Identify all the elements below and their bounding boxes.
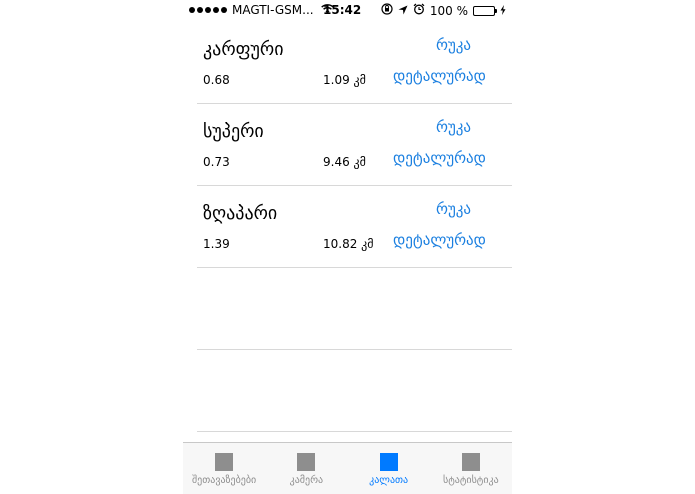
details-link[interactable]: დეტალურად: [393, 67, 486, 85]
place-distance: 10.82 კმ: [323, 237, 374, 251]
status-bar-right: 100 %: [381, 3, 506, 18]
place-rating: 0.73: [203, 155, 230, 169]
list-item: სუპერი 0.73 9.46 კმ რუკა დეტალურად: [197, 104, 512, 186]
alarm-icon: [413, 3, 425, 18]
list-item: კარფური 0.68 1.09 კმ რუკა დეტალურად: [197, 22, 512, 104]
camera-tab-icon: [297, 453, 316, 471]
places-list: კარფური 0.68 1.09 კმ რუკა დეტალურად სუპე…: [197, 22, 512, 432]
place-distance: 9.46 კმ: [323, 155, 366, 169]
tab-basket[interactable]: კალათა: [348, 443, 430, 494]
battery-percent: 100 %: [429, 3, 468, 18]
orientation-lock-icon: [381, 3, 393, 18]
signal-dot-icon: [205, 7, 211, 13]
phone-screen: MAGTI-GSM... 15:42 100 % კარფური 0.68 1.…: [183, 0, 512, 494]
tab-label: სტატისტიკა: [443, 475, 499, 486]
details-link[interactable]: დეტალურად: [393, 149, 486, 167]
details-link[interactable]: დეტალურად: [393, 231, 486, 249]
status-bar-left: MAGTI-GSM...: [189, 3, 334, 17]
place-distance: 1.09 კმ: [323, 73, 366, 87]
carrier-name: MAGTI-GSM...: [232, 3, 314, 17]
place-name: ზღაპარი: [203, 203, 278, 224]
status-time: 15:42: [323, 3, 362, 17]
signal-dot-icon: [197, 7, 203, 13]
empty-list-row: [197, 268, 512, 350]
tab-label: კალათა: [369, 475, 409, 486]
tab-bar: შეთავაზებები კამერა კალათა სტატისტიკა: [183, 442, 512, 494]
list-item: ზღაპარი 1.39 10.82 კმ რუკა დეტალურად: [197, 186, 512, 268]
place-rating: 0.68: [203, 73, 230, 87]
place-name: სუპერი: [203, 121, 264, 142]
signal-dot-icon: [221, 7, 227, 13]
tab-label: შეთავაზებები: [192, 475, 257, 486]
location-icon: [398, 4, 408, 18]
empty-list-row: [197, 350, 512, 432]
tab-label: კამერა: [289, 475, 324, 486]
status-bar: MAGTI-GSM... 15:42 100 %: [183, 0, 512, 22]
signal-dot-icon: [213, 7, 219, 13]
tab-offers[interactable]: შეთავაზებები: [183, 443, 265, 494]
place-rating: 1.39: [203, 237, 230, 251]
signal-dot-icon: [189, 7, 195, 13]
statistics-tab-icon: [461, 453, 480, 471]
map-link[interactable]: რუკა: [436, 200, 471, 218]
map-link[interactable]: რუკა: [436, 118, 471, 136]
battery-icon: [473, 5, 497, 16]
offers-tab-icon: [215, 453, 234, 471]
tab-camera[interactable]: კამერა: [265, 443, 347, 494]
basket-tab-icon: [379, 453, 398, 471]
place-name: კარფური: [203, 39, 284, 60]
tab-statistics[interactable]: სტატისტიკა: [430, 443, 512, 494]
charging-icon: [500, 4, 506, 18]
map-link[interactable]: რუკა: [436, 36, 471, 54]
